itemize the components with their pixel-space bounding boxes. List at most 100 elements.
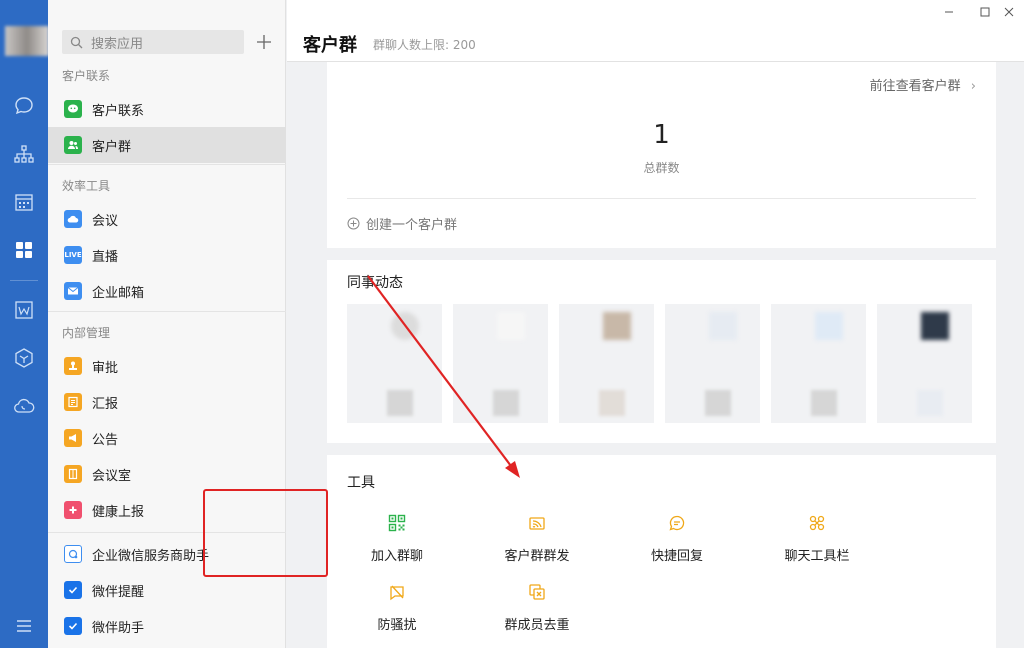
tool-quick-reply[interactable]: 快捷回复 (627, 513, 727, 564)
close-button[interactable] (999, 3, 1019, 21)
message-icon[interactable] (12, 94, 36, 118)
door-icon (64, 465, 82, 483)
tool-member-dedupe[interactable]: 群成员去重 (487, 582, 587, 633)
colleague-card[interactable] (877, 304, 972, 423)
sidebar-item-customer-group[interactable]: 客户群 (48, 127, 286, 163)
sidebar-item-label: 公告 (92, 432, 119, 448)
meeting-cloud-icon (64, 210, 82, 228)
approval-stamp-icon (64, 357, 82, 375)
card-divider (347, 198, 976, 199)
tool-anti-harassment[interactable]: 防骚扰 (347, 582, 447, 633)
sidebar-item-meeting[interactable]: 会议 (48, 201, 286, 237)
broadcast-icon (487, 513, 587, 533)
search-placeholder: 搜索应用 (91, 36, 144, 52)
sidebar-item-label: 微伴助手 (92, 620, 145, 636)
maximize-button[interactable] (975, 3, 995, 21)
tool-chat-toolbar[interactable]: 聊天工具栏 (767, 513, 867, 564)
rail-divider (10, 280, 38, 281)
app-nav-rail (0, 0, 49, 648)
sidebar-item-announcement[interactable]: 公告 (48, 420, 286, 456)
sidebar-item-label: 微伴提醒 (92, 584, 145, 600)
sidebar-item-label: 客户联系 (92, 103, 145, 119)
tool-label: 客户群群发 (504, 549, 570, 564)
sidebar-divider (48, 164, 286, 165)
sidebar-item-label: 会议室 (92, 468, 132, 484)
wechat-bubble-icon (64, 100, 82, 118)
user-avatar[interactable] (5, 26, 49, 56)
section-efficiency: 效率工具 (62, 179, 111, 193)
page-title: 客户群 (303, 35, 357, 56)
add-circle-icon (347, 217, 360, 230)
checkmark-icon (64, 581, 82, 599)
section-customer: 客户联系 (62, 69, 111, 83)
sidebar-item-report[interactable]: 汇报 (48, 384, 286, 420)
chat-bubble-icon (627, 513, 727, 533)
total-group-count: 1 (653, 120, 670, 150)
tool-label: 快捷回复 (650, 549, 703, 564)
calendar-icon[interactable] (12, 190, 36, 214)
sidebar-item-mail[interactable]: 企业邮箱 (48, 273, 286, 309)
cloud-phone-icon[interactable] (12, 394, 36, 418)
sidebar-item-health-report[interactable]: 健康上报 (48, 492, 286, 528)
minimize-button[interactable] (939, 3, 959, 21)
view-groups-link[interactable]: 前往查看客户群 › (870, 75, 976, 94)
section-internal: 内部管理 (62, 326, 111, 340)
close-icon (1004, 7, 1014, 17)
tool-label: 防骚扰 (377, 618, 417, 633)
tools-card: 工具 加入群聊 客户群群发 快捷回复 聊天工具栏 防骚扰 群成员去重 (327, 455, 996, 648)
sidebar-item-customer-contact[interactable]: 客户联系 (48, 91, 286, 127)
group-people-icon (64, 136, 82, 154)
sidebar-item-service-assistant[interactable]: 企业微信服务商助手 (48, 536, 286, 572)
total-group-label: 总群数 (643, 161, 680, 175)
workbench-grid-icon[interactable] (12, 238, 36, 262)
toolbar-icon (767, 513, 867, 533)
tools-title: 工具 (347, 475, 375, 491)
sidebar-item-weiban-assistant[interactable]: 微伴助手 (48, 608, 286, 644)
sidebar-divider (48, 311, 286, 312)
doc-w-icon[interactable] (12, 298, 36, 322)
add-app-button[interactable] (253, 30, 275, 54)
sidebar-item-live[interactable]: LIVE 直播 (48, 237, 286, 273)
cube-icon[interactable] (12, 346, 36, 370)
search-input[interactable]: 搜索应用 (62, 30, 244, 54)
sidebar-item-label: 客户群 (92, 139, 132, 155)
search-icon (70, 36, 83, 48)
sidebar-divider (48, 532, 286, 533)
chevron-right-icon: › (970, 79, 976, 94)
sidebar-item-label: 汇报 (92, 396, 119, 412)
tool-label: 群成员去重 (504, 618, 570, 633)
sidebar-item-label: 企业邮箱 (92, 285, 145, 301)
checkmark-icon (64, 617, 82, 635)
plus-icon (257, 35, 271, 49)
sidebar-item-approval[interactable]: 审批 (48, 348, 286, 384)
service-chat-icon (64, 545, 82, 563)
tool-label: 聊天工具栏 (784, 549, 850, 564)
view-groups-label: 前往查看客户群 (869, 79, 961, 94)
mail-icon (64, 282, 82, 300)
sidebar-item-label: 企业微信服务商助手 (92, 548, 210, 564)
main-panel: 客户群 群聊人数上限: 200 前往查看客户群 › 1 总群数 创建一个客户群 … (287, 0, 1024, 648)
org-chart-icon[interactable] (12, 142, 36, 166)
menu-icon[interactable] (12, 614, 36, 638)
app-sidebar: 搜索应用 客户联系 客户联系 客户群 效率工具 会议 LIVE 直播 企业邮箱 … (48, 0, 286, 648)
group-limit-text: 群聊人数上限: 200 (373, 38, 476, 52)
tool-group-broadcast[interactable]: 客户群群发 (487, 513, 587, 564)
colleague-card[interactable] (559, 304, 654, 423)
sidebar-item-label: 直播 (92, 249, 119, 265)
colleague-card[interactable] (347, 304, 442, 423)
shield-block-icon (347, 582, 447, 602)
sidebar-item-meeting-room[interactable]: 会议室 (48, 456, 286, 492)
create-group-button[interactable]: 创建一个客户群 (347, 214, 457, 233)
medical-cross-icon (64, 501, 82, 519)
sidebar-item-label: 审批 (92, 360, 119, 376)
qrcode-icon (347, 513, 447, 533)
colleague-card[interactable] (453, 304, 548, 423)
create-group-label: 创建一个客户群 (366, 218, 458, 233)
page-header: 客户群 群聊人数上限: 200 (287, 0, 1024, 62)
sidebar-item-weiban-reminder[interactable]: 微伴提醒 (48, 572, 286, 608)
colleague-activity-card: 同事动态 (327, 260, 996, 443)
colleague-card[interactable] (771, 304, 866, 423)
colleague-card[interactable] (665, 304, 760, 423)
tool-join-group[interactable]: 加入群聊 (347, 513, 447, 564)
sidebar-item-label: 健康上报 (92, 504, 145, 520)
